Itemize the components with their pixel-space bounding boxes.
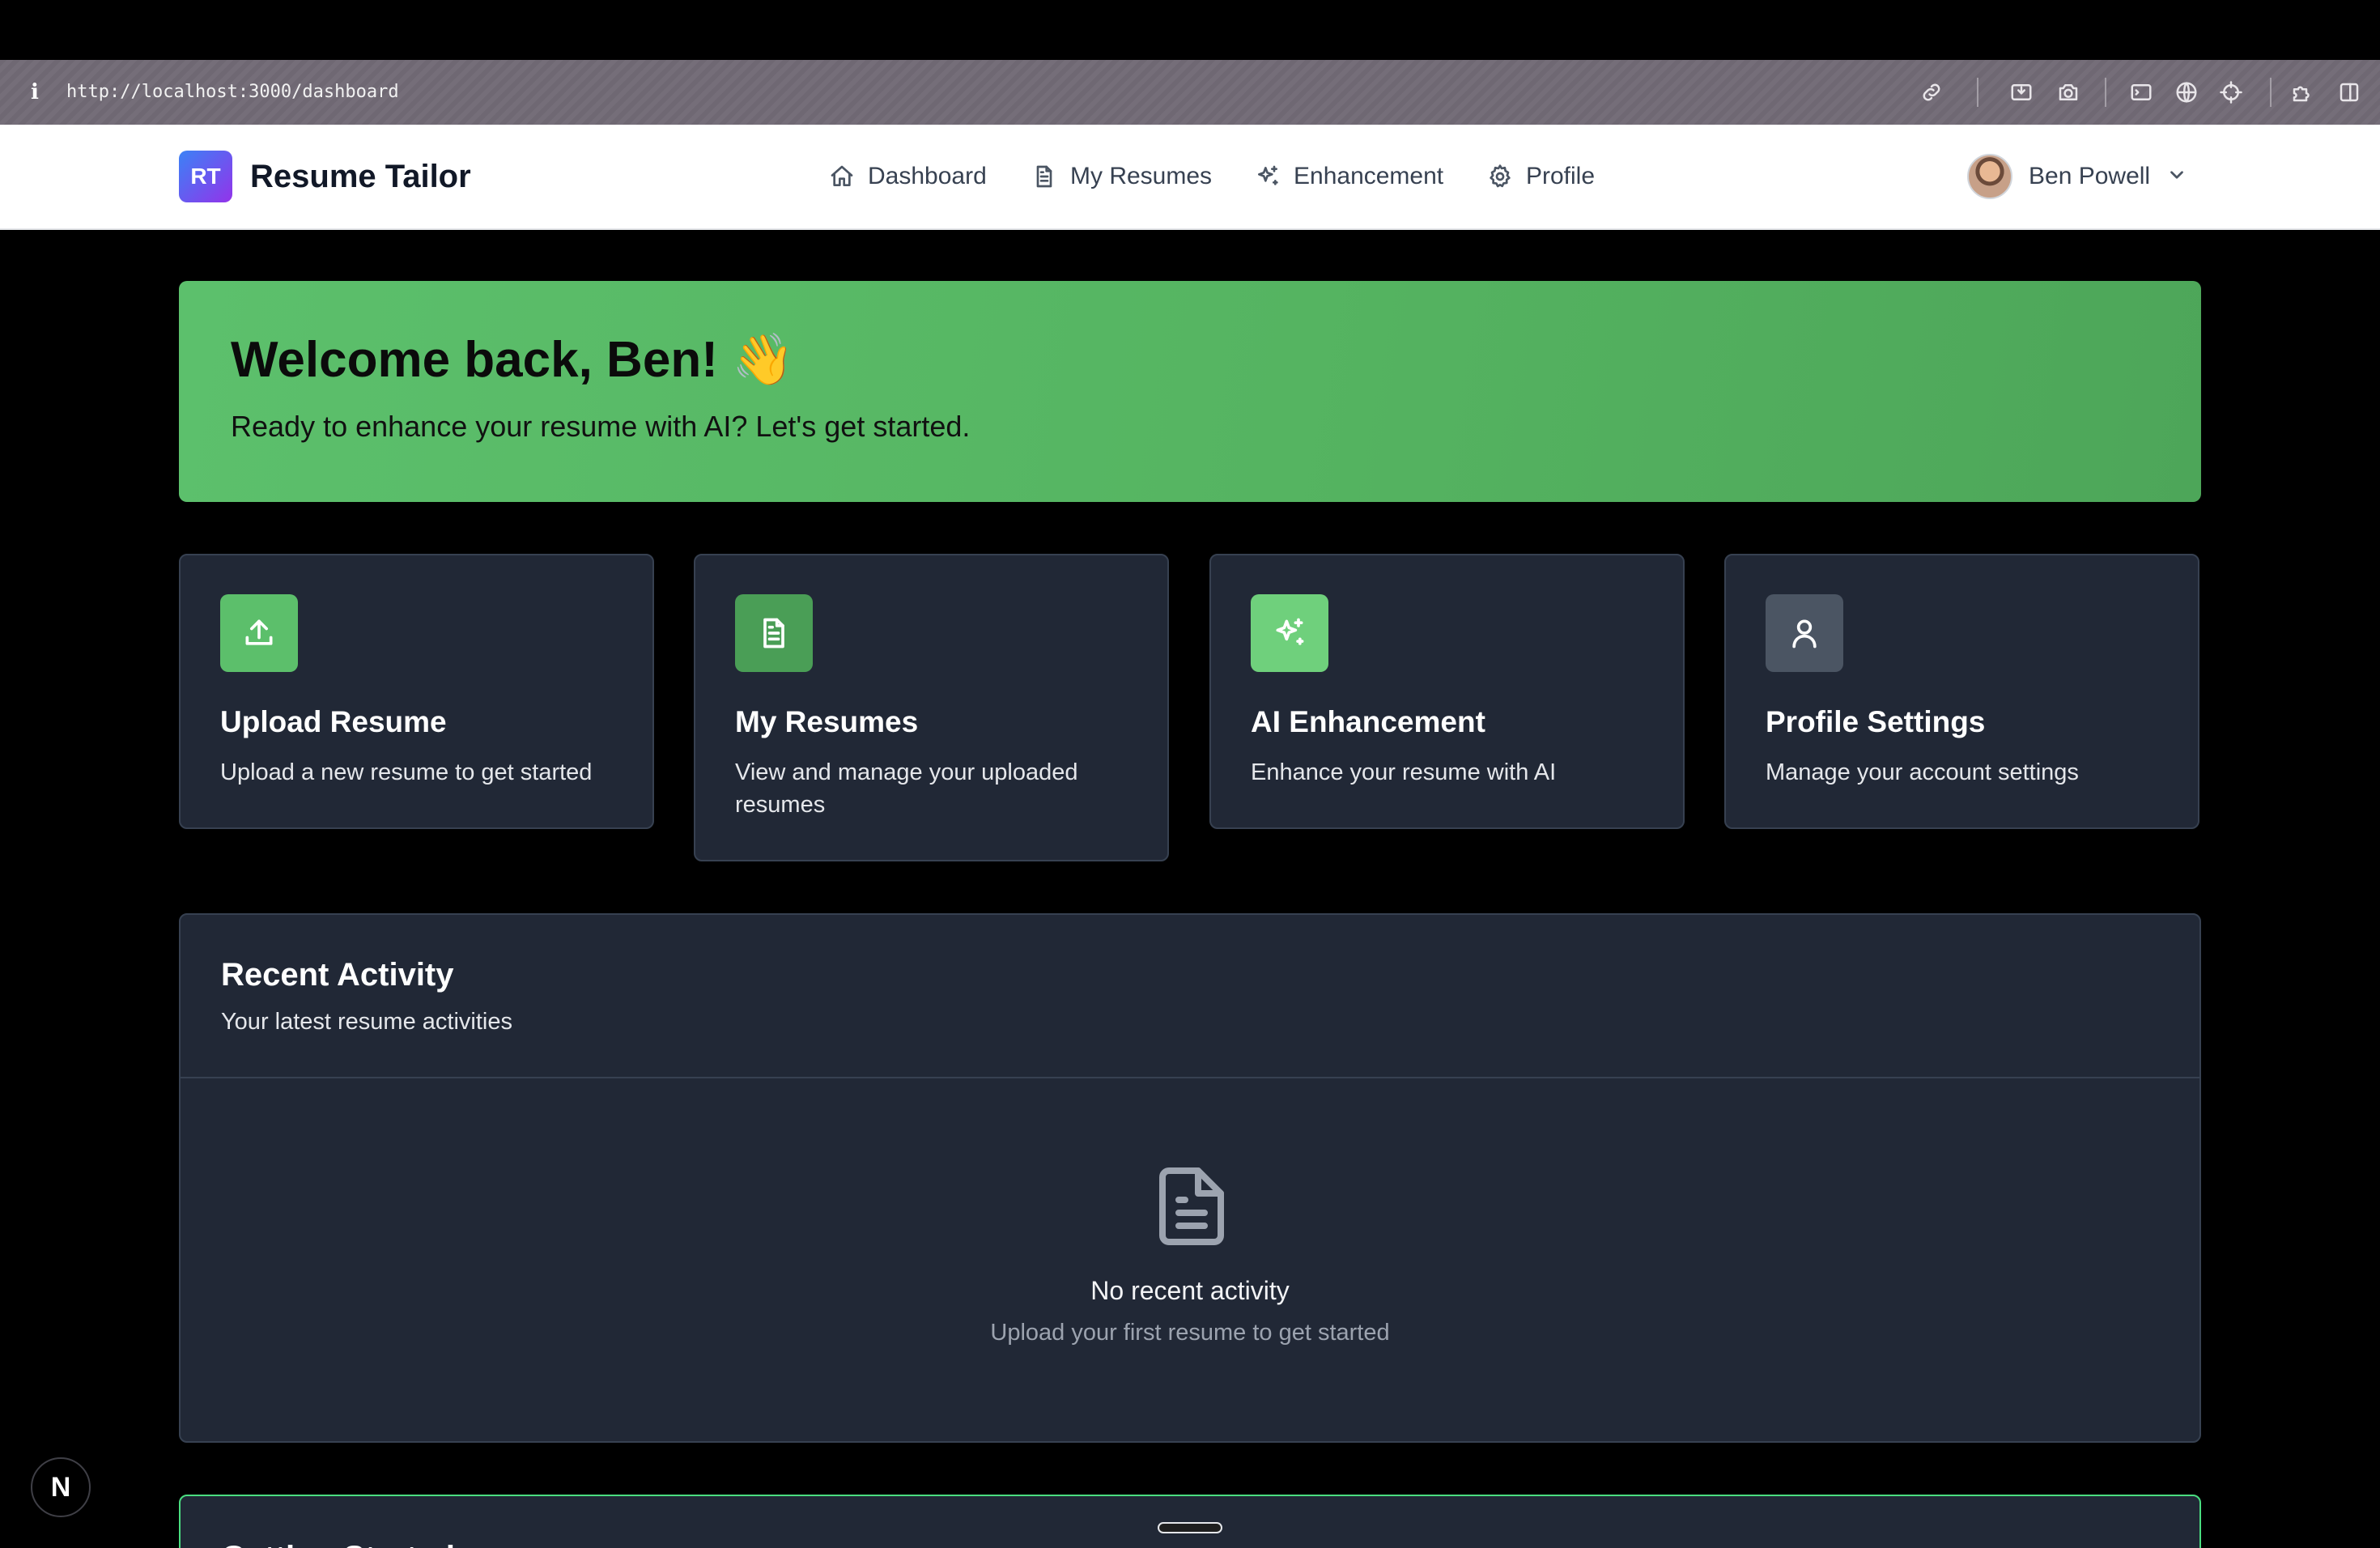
nav-dashboard-label: Dashboard bbox=[868, 163, 987, 189]
getting-started-panel: Getting Started bbox=[179, 1495, 2201, 1548]
card-description: Enhance your resume with AI bbox=[1251, 759, 1557, 785]
nav-profile[interactable]: Profile bbox=[1487, 157, 1595, 196]
card-profile-settings[interactable]: Profile Settings Manage your account set… bbox=[1724, 554, 2199, 829]
top-navigation: RT Resume Tailor Dashboard My Resumes En… bbox=[0, 125, 2380, 230]
link-icon[interactable] bbox=[1917, 78, 1946, 107]
card-title: Profile Settings bbox=[1766, 705, 1986, 738]
getting-started-title: Getting Started bbox=[221, 1538, 455, 1548]
document-icon bbox=[735, 594, 813, 672]
recent-activity-subtitle: Your latest resume activities bbox=[221, 1009, 512, 1035]
terminal-icon[interactable] bbox=[2127, 78, 2156, 107]
welcome-subtitle: Ready to enhance your resume with AI? Le… bbox=[231, 410, 971, 443]
nav-my-resumes[interactable]: My Resumes bbox=[1031, 157, 1212, 196]
sparkles-icon bbox=[1258, 165, 1278, 185]
nav-enhancement-label: Enhancement bbox=[1294, 163, 1444, 189]
user-icon bbox=[1766, 594, 1843, 672]
info-icon[interactable]: i bbox=[28, 78, 42, 107]
drag-handle[interactable] bbox=[1158, 1522, 1222, 1533]
sparkles-icon bbox=[1251, 594, 1328, 672]
window-top-strip bbox=[0, 0, 2380, 60]
user-menu[interactable]: Ben Powell bbox=[1967, 152, 2187, 201]
nav-profile-label: Profile bbox=[1526, 163, 1596, 189]
nextjs-dev-badge[interactable]: N bbox=[31, 1457, 91, 1517]
camera-icon[interactable] bbox=[2054, 78, 2083, 107]
recent-activity-panel: Recent Activity Your latest resume activ… bbox=[179, 913, 2201, 1443]
recent-activity-header: Recent Activity Your latest resume activ… bbox=[181, 915, 2199, 1078]
extensions-icon[interactable] bbox=[2288, 78, 2317, 107]
card-upload-resume[interactable]: Upload Resume Upload a new resume to get… bbox=[179, 554, 654, 829]
nav-my-resumes-label: My Resumes bbox=[1070, 163, 1213, 189]
crosshair-icon[interactable] bbox=[2216, 78, 2246, 107]
placeholder bbox=[1015, 78, 1044, 107]
card-description: View and manage your uploaded resumes bbox=[735, 759, 1078, 818]
avatar[interactable] bbox=[1967, 154, 2012, 199]
card-description: Manage your account settings bbox=[1766, 759, 2079, 785]
card-title: Upload Resume bbox=[220, 705, 447, 738]
screenshot-icon[interactable] bbox=[2007, 78, 2036, 107]
toolbar-divider bbox=[2270, 78, 2272, 107]
nav-dashboard[interactable]: Dashboard bbox=[829, 157, 987, 196]
welcome-title: Welcome back, Ben! 👋 bbox=[231, 332, 795, 388]
url-text[interactable]: http://localhost:3000/dashboard bbox=[66, 76, 399, 108]
globe-icon[interactable] bbox=[2172, 78, 2201, 107]
home-icon bbox=[831, 165, 853, 186]
toolbar-divider bbox=[2105, 78, 2106, 107]
user-name: Ben Powell bbox=[2029, 163, 2151, 189]
card-title: AI Enhancement bbox=[1251, 705, 1485, 738]
upload-icon bbox=[220, 594, 298, 672]
card-ai-enhancement[interactable]: AI Enhancement Enhance your resume with … bbox=[1209, 554, 1685, 829]
toolbar-divider bbox=[1977, 78, 1978, 107]
logo[interactable]: RT bbox=[179, 151, 232, 202]
card-title: My Resumes bbox=[735, 705, 919, 738]
card-description: Upload a new resume to get started bbox=[220, 759, 593, 785]
document-icon bbox=[1156, 1167, 1227, 1245]
split-view-icon[interactable] bbox=[2335, 78, 2364, 107]
empty-state-subtitle: Upload your first resume to get started bbox=[990, 1320, 1390, 1346]
gear-icon bbox=[1490, 164, 1511, 188]
document-icon bbox=[1036, 165, 1052, 188]
empty-state-title: No recent activity bbox=[1090, 1276, 1290, 1305]
brand-name[interactable]: Resume Tailor bbox=[250, 155, 471, 198]
welcome-banner: Welcome back, Ben! 👋 Ready to enhance yo… bbox=[179, 281, 2201, 502]
card-my-resumes[interactable]: My Resumes View and manage your uploaded… bbox=[694, 554, 1169, 861]
chevron-down-icon[interactable] bbox=[2166, 164, 2187, 189]
recent-activity-title: Recent Activity bbox=[221, 957, 454, 993]
nav-enhancement[interactable]: Enhancement bbox=[1255, 157, 1443, 196]
